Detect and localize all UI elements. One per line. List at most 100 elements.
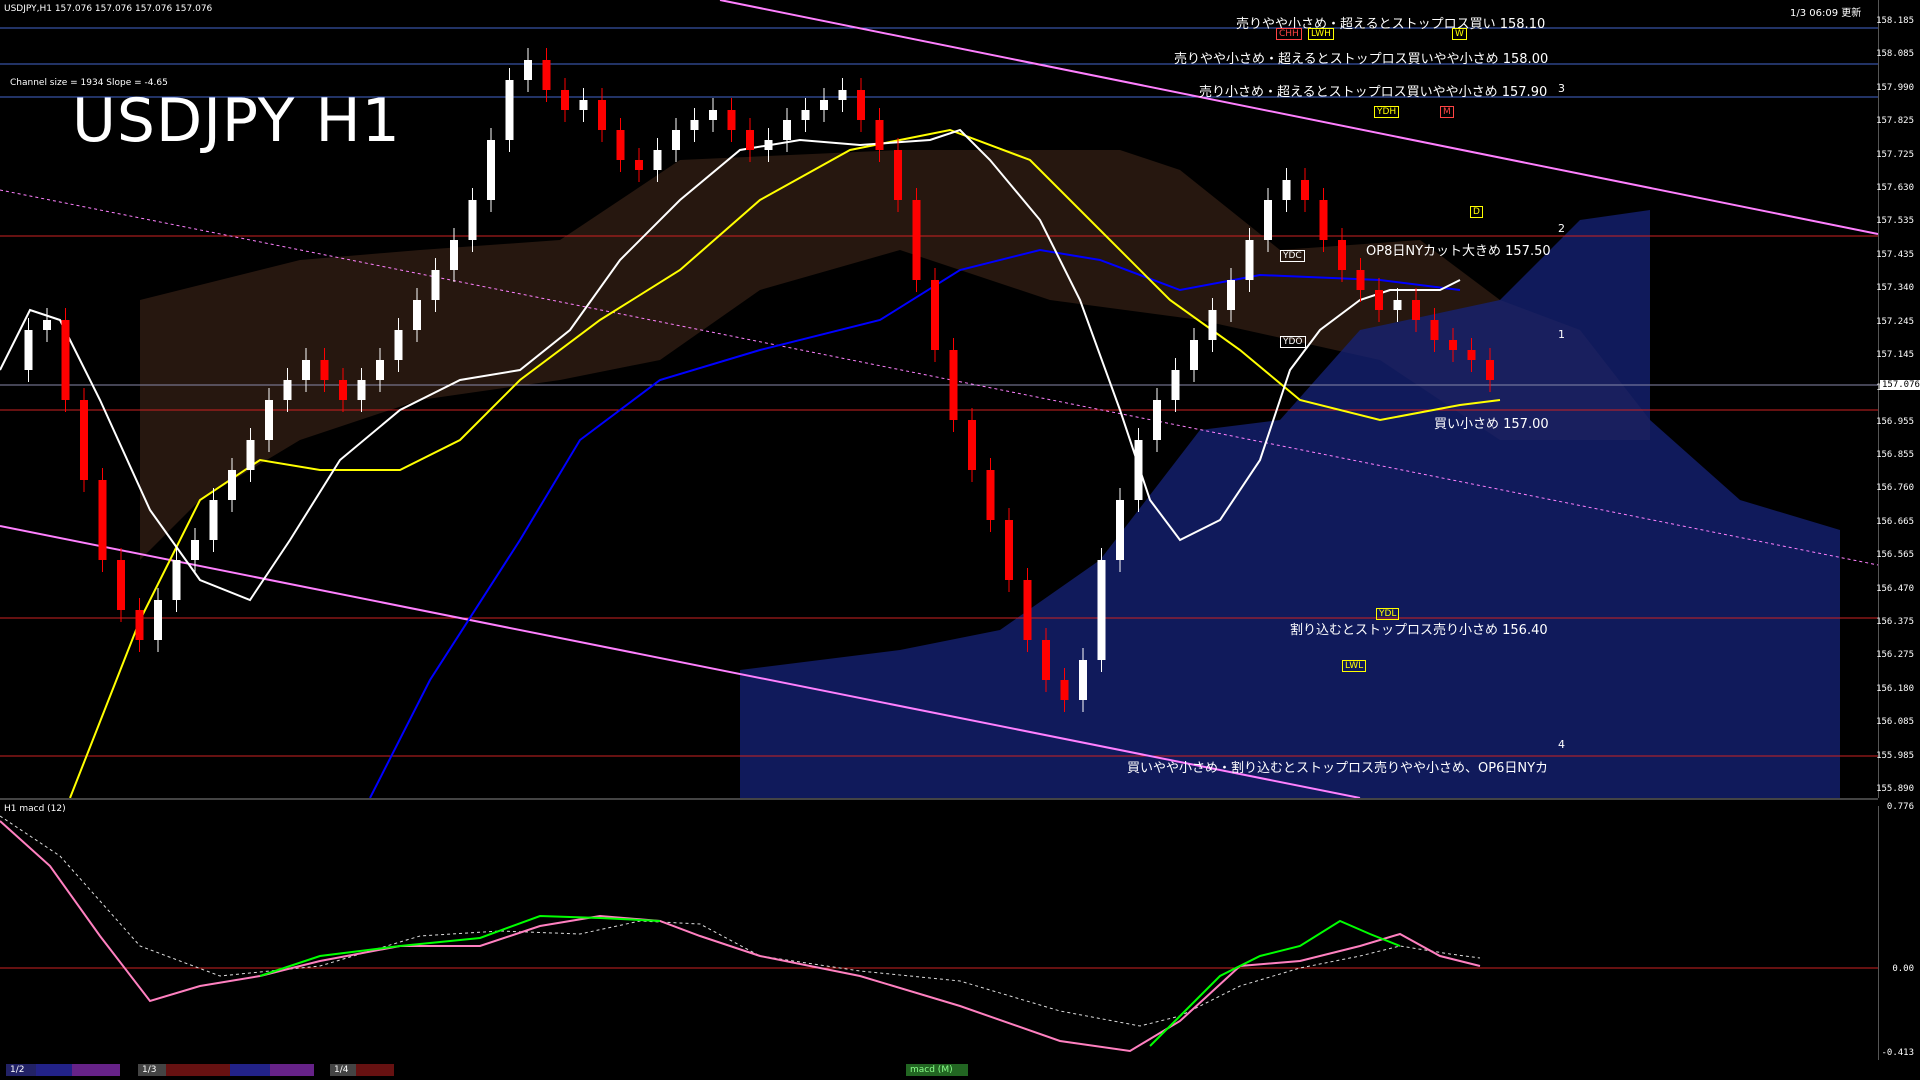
- candle-body: [838, 90, 847, 100]
- price-axis-tick: 156.470: [1876, 583, 1914, 594]
- candle-body: [820, 100, 828, 110]
- candle-body: [857, 90, 865, 120]
- price-axis-tick: 157.245: [1876, 316, 1914, 327]
- tab-blue-1[interactable]: [36, 1064, 76, 1076]
- candle-body: [1097, 560, 1106, 660]
- panel-divider[interactable]: [0, 798, 1878, 808]
- candle-body: [912, 200, 921, 280]
- candle-body: [1393, 300, 1402, 310]
- candle-body: [672, 130, 680, 150]
- candle-body: [801, 110, 810, 120]
- candle-body: [246, 440, 255, 470]
- candle-body: [1171, 370, 1180, 400]
- zone-tag-ydc: YDC: [1280, 250, 1305, 262]
- current-price-tag: 157.076: [1880, 380, 1920, 390]
- candle-body: [468, 200, 477, 240]
- macd-label: H1 macd (12): [4, 804, 66, 814]
- price-axis-tick: 157.725: [1876, 149, 1914, 160]
- zone-tag-m: M: [1440, 106, 1454, 118]
- clock-label: 1/3 06:09 更新: [1790, 8, 1862, 19]
- annotation-158-00: 売りやや小さめ・超えるとストップロス買いやや小さめ 158.00: [1174, 52, 1549, 67]
- wave-label-2: 2: [1558, 222, 1565, 235]
- candle-body: [746, 130, 754, 150]
- candle-body: [191, 540, 199, 560]
- candle-body: [80, 400, 88, 480]
- candle-body: [357, 380, 366, 400]
- candle-body: [98, 480, 107, 560]
- price-axis-tick: 157.630: [1876, 182, 1914, 193]
- zone-tag-ydo: YDO: [1280, 336, 1306, 348]
- annotation-157-50: OP8日NYカット大きめ 157.50: [1366, 244, 1551, 259]
- candle-body: [209, 500, 218, 540]
- candle-body: [1116, 500, 1124, 560]
- zone-tag-chh: CHH: [1276, 28, 1302, 40]
- candle-body: [579, 100, 588, 110]
- candle-body: [783, 120, 791, 140]
- candle-body: [1467, 350, 1476, 360]
- candle-body: [61, 320, 70, 400]
- candle-body: [542, 60, 551, 90]
- candle-body: [764, 140, 773, 150]
- price-axis-tick: 157.340: [1876, 283, 1914, 294]
- price-axis-tick: 156.665: [1876, 516, 1914, 527]
- price-axis-tick: 155.985: [1876, 750, 1914, 761]
- candle-body: [1449, 340, 1457, 350]
- candle-body: [1208, 310, 1217, 340]
- candle-body: [1338, 240, 1346, 270]
- candle-body: [1375, 290, 1383, 310]
- candle-body: [727, 110, 736, 130]
- price-axis-tick: 155.890: [1876, 784, 1914, 794]
- price-axis-tick: 156.855: [1876, 450, 1914, 461]
- symbol-info: USDJPY,H1 157.076 157.076 157.076 157.07…: [4, 4, 213, 14]
- candle-body: [653, 150, 662, 170]
- candle-body: [894, 150, 902, 200]
- candle-body: [616, 130, 625, 160]
- candle-body: [487, 140, 495, 200]
- candle-body: [1264, 200, 1272, 240]
- candle-body: [24, 330, 33, 370]
- tab-red-2[interactable]: [356, 1064, 394, 1076]
- macd-panel[interactable]: [0, 806, 1878, 1060]
- candle-body: [265, 400, 273, 440]
- candle-body: [1190, 340, 1198, 370]
- annotation-155-98: 買いやや小さめ・割り込むとストップロス売りやや小さめ、OP6日NYカ: [1127, 761, 1549, 776]
- price-axis-tick: 156.955: [1876, 416, 1914, 427]
- tab-blue-2[interactable]: [230, 1064, 274, 1076]
- price-axis-tick: 157.990: [1876, 82, 1914, 93]
- candle-body: [1245, 240, 1254, 280]
- macd-axis[interactable]: [1878, 806, 1920, 1060]
- tab-red-1[interactable]: [166, 1064, 234, 1076]
- candle-body: [931, 280, 939, 350]
- tab-macd[interactable]: macd (M): [906, 1064, 968, 1076]
- wave-label-4: 4: [1558, 738, 1565, 751]
- zone-tag-d: D: [1470, 206, 1483, 218]
- candle-body: [320, 360, 329, 380]
- price-axis-tick: 157.435: [1876, 249, 1914, 260]
- candle-body: [1153, 400, 1161, 440]
- candle-body: [172, 560, 181, 600]
- candle-body: [1412, 300, 1420, 320]
- candle-body: [1042, 640, 1050, 680]
- candle-body: [376, 360, 384, 380]
- macd-axis-bottom: -0.413: [1881, 1048, 1914, 1058]
- candle-body: [394, 330, 403, 360]
- zone-tag-lwl: LWL: [1342, 660, 1367, 672]
- candle-body: [986, 470, 995, 520]
- price-axis-tick: 158.085: [1876, 49, 1914, 60]
- tab-purple-1[interactable]: [72, 1064, 120, 1076]
- candle-body: [1023, 580, 1032, 640]
- candle-body: [135, 610, 144, 640]
- candle-body: [635, 160, 643, 170]
- candle-body: [690, 120, 699, 130]
- tab-1-2[interactable]: 1/2: [6, 1064, 38, 1076]
- candle-body: [413, 300, 421, 330]
- price-axis-tick: 156.085: [1876, 717, 1914, 728]
- price-axis-tick: 156.375: [1876, 617, 1914, 628]
- annotation-157-90: 売り小さめ・超えるとストップロス買いやや小さめ 157.90: [1199, 85, 1548, 100]
- annotation-156-40: 割り込むとストップロス売り小さめ 156.40: [1290, 623, 1548, 638]
- chart-window[interactable]: 158.185 158.085 157.990 157.825 157.725 157.6…: [0, 0, 1920, 1080]
- candle-body: [598, 100, 606, 130]
- tab-purple-2[interactable]: [270, 1064, 314, 1076]
- candle-body: [875, 120, 884, 150]
- price-axis-tick: 156.275: [1876, 650, 1914, 661]
